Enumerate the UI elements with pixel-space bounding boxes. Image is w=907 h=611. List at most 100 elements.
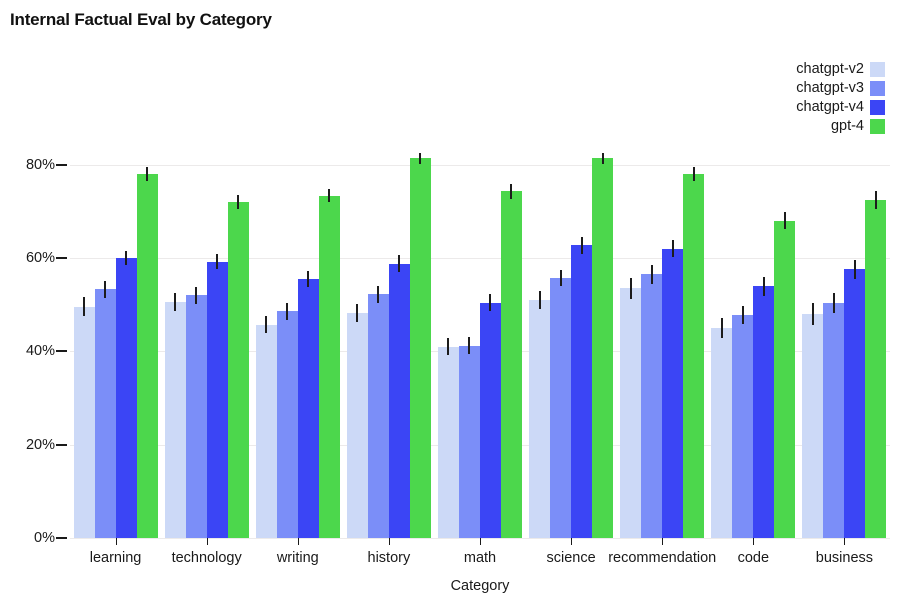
bar-gpt-4-writing[interactable] [318, 118, 340, 538]
bar-gpt-4-business[interactable] [865, 118, 887, 538]
bar-chatgpt-v3-learning[interactable] [94, 118, 116, 538]
bar-chatgpt-v4-recommendation[interactable] [662, 118, 684, 538]
legend-color-swatch [870, 80, 885, 96]
bar-group-science: science [526, 118, 617, 566]
bar-gpt-4-math[interactable] [500, 118, 522, 538]
bar-rect [458, 345, 480, 538]
error-bar [720, 317, 723, 339]
bar-chatgpt-v3-writing[interactable] [276, 118, 298, 538]
error-bar [286, 302, 289, 320]
bar-chatgpt-v3-science[interactable] [550, 118, 572, 538]
legend-color-swatch [870, 61, 885, 77]
bar-chatgpt-v4-science[interactable] [571, 118, 593, 538]
bar-chatgpt-v3-recommendation[interactable] [641, 118, 663, 538]
bar-gpt-4-learning[interactable] [136, 118, 158, 538]
bar-chatgpt-v2-writing[interactable] [255, 118, 277, 538]
bar-gpt-4-history[interactable] [409, 118, 431, 538]
bar-rect [683, 174, 705, 538]
error-bar [811, 302, 814, 326]
bar-group-technology: technology [161, 118, 252, 566]
bar-chatgpt-v3-history[interactable] [367, 118, 389, 538]
x-axis-tick-label: technology [171, 550, 242, 566]
error-bar [174, 292, 177, 312]
bar-group-business: business [799, 118, 890, 566]
error-bar [468, 337, 471, 355]
bar-chatgpt-v4-technology[interactable] [206, 118, 228, 538]
bar-rect [802, 314, 824, 538]
bar-chatgpt-v3-math[interactable] [458, 118, 480, 538]
x-axis-tick-mark [115, 538, 117, 545]
y-axis-tick-label: 60% [25, 249, 55, 266]
bar-gpt-4-technology[interactable] [227, 118, 249, 538]
bar-chatgpt-v2-business[interactable] [802, 118, 824, 538]
error-bar [762, 277, 765, 296]
bar-chatgpt-v3-code[interactable] [732, 118, 754, 538]
bar-group-history: history [343, 118, 434, 566]
bar-rect [255, 324, 277, 538]
error-bar [650, 265, 653, 284]
bar-chatgpt-v4-business[interactable] [844, 118, 866, 538]
bar-rect [388, 263, 410, 538]
bar-chatgpt-v4-writing[interactable] [297, 118, 319, 538]
y-axis-tick-label: 20% [25, 436, 55, 453]
bar-rect [823, 302, 845, 538]
bar-gpt-4-science[interactable] [592, 118, 614, 538]
bar-rect [164, 301, 186, 538]
bar-rect [206, 261, 228, 538]
x-axis-tick-mark [206, 538, 208, 545]
error-bar [741, 305, 744, 325]
error-bar [580, 237, 583, 254]
bar-chatgpt-v2-history[interactable] [346, 118, 368, 538]
error-bar [104, 280, 107, 298]
error-bar [601, 152, 604, 164]
bar-rect [94, 289, 116, 538]
bar-rect [641, 274, 663, 538]
error-bar [328, 189, 331, 203]
y-axis-tick-mark [56, 443, 67, 446]
error-bar [237, 195, 240, 209]
bar-rect [276, 311, 298, 538]
legend-item-chatgpt-v3[interactable]: chatgpt-v3 [796, 79, 885, 97]
x-axis-tick-mark [388, 538, 390, 545]
error-bar [874, 190, 877, 210]
bar-rect [571, 245, 593, 538]
legend-item-chatgpt-v2[interactable]: chatgpt-v2 [796, 60, 885, 78]
legend-item-chatgpt-v4[interactable]: chatgpt-v4 [796, 98, 885, 116]
error-bar [692, 167, 695, 181]
bar-chatgpt-v2-technology[interactable] [164, 118, 186, 538]
bar-chatgpt-v4-learning[interactable] [115, 118, 137, 538]
bar-chatgpt-v2-science[interactable] [529, 118, 551, 538]
x-axis-tick-label: code [737, 550, 770, 566]
error-bar [510, 183, 513, 199]
bar-chatgpt-v2-code[interactable] [711, 118, 733, 538]
y-axis-tick-mark [56, 163, 67, 166]
bar-rect [73, 306, 95, 538]
error-bar [125, 250, 128, 266]
bar-rect [409, 158, 431, 538]
plot-area: 0% 20% 40% 60% 80% learning technology writing… [26, 118, 890, 594]
bar-chatgpt-v2-learning[interactable] [73, 118, 95, 538]
y-axis-tick-mark [56, 256, 67, 259]
error-bar [265, 316, 268, 334]
bar-groups: learning technology writing history math scie… [70, 118, 890, 566]
bar-gpt-4-code[interactable] [774, 118, 796, 538]
bar-group-writing: writing [252, 118, 343, 566]
bar-chatgpt-v4-math[interactable] [479, 118, 501, 538]
bar-rect [185, 295, 207, 538]
x-axis-tick-mark [844, 538, 846, 545]
bar-rect [367, 294, 389, 538]
bar-chatgpt-v3-business[interactable] [823, 118, 845, 538]
bar-rect [662, 248, 684, 538]
bar-chatgpt-v2-math[interactable] [437, 118, 459, 538]
legend-item-label: chatgpt-v2 [796, 61, 864, 77]
x-axis-tick-mark [753, 538, 755, 545]
legend-item-label: chatgpt-v3 [796, 80, 864, 96]
bar-chatgpt-v4-history[interactable] [388, 118, 410, 538]
bar-gpt-4-recommendation[interactable] [683, 118, 705, 538]
bar-rect [346, 313, 368, 538]
bar-rect [592, 158, 614, 538]
bar-chatgpt-v3-technology[interactable] [185, 118, 207, 538]
bar-chatgpt-v4-code[interactable] [753, 118, 775, 538]
bar-chatgpt-v2-recommendation[interactable] [620, 118, 642, 538]
x-axis-tick-label: learning [89, 550, 142, 566]
